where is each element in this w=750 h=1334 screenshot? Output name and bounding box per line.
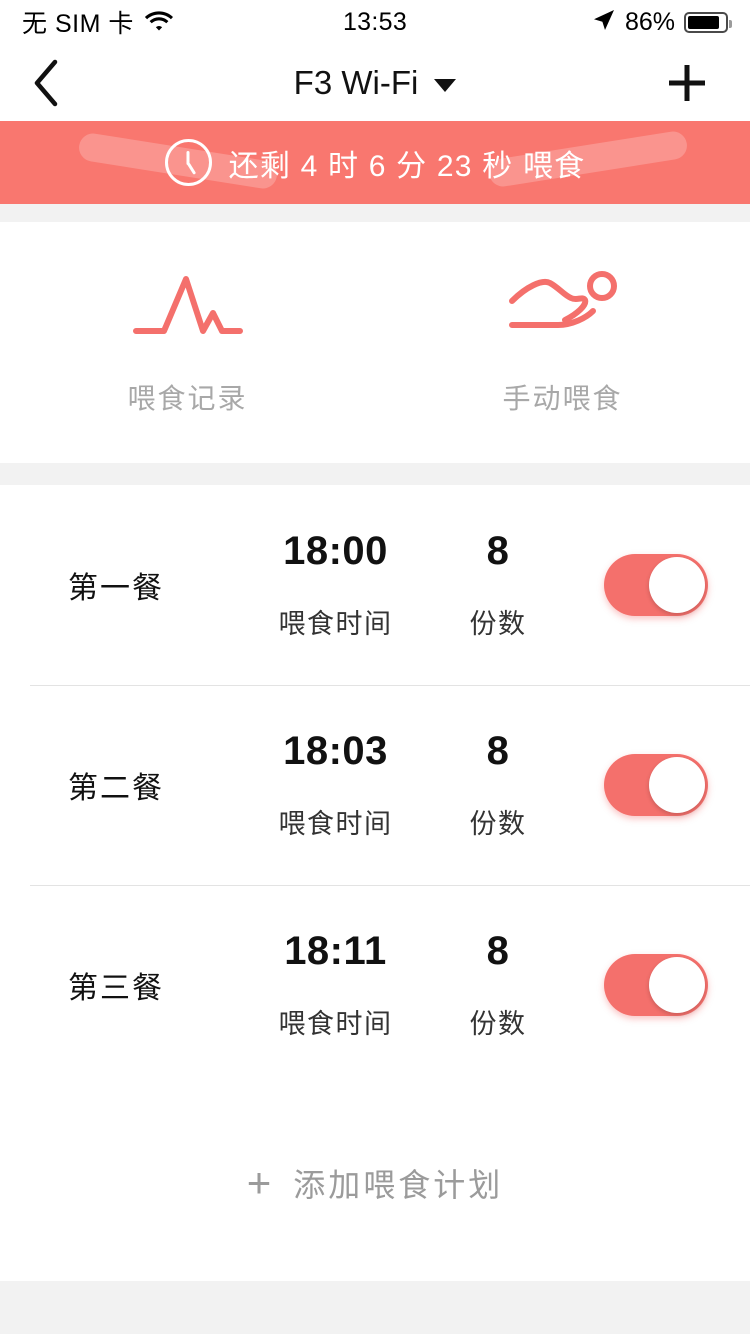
meal-portion-value: 8 xyxy=(486,529,510,573)
table-row[interactable]: 第二餐 18:03 喂食时间 8 份数 xyxy=(0,685,750,885)
shortcut-feeding-record[interactable]: 喂食记录 xyxy=(0,222,375,463)
page-title: F3 Wi-Fi xyxy=(293,63,419,101)
table-row[interactable]: 第一餐 18:00 喂食时间 8 份数 xyxy=(0,485,750,685)
plus-icon: + xyxy=(246,1159,272,1206)
navigation-bar: F3 Wi-Fi xyxy=(0,44,750,121)
meal-time-cell[interactable]: 18:11 喂食时间 xyxy=(243,929,428,1041)
meal-name: 第一餐 xyxy=(68,572,164,605)
bottom-background xyxy=(0,1281,750,1328)
meal-schedule-list: 第一餐 18:00 喂食时间 8 份数 第二餐 18:03 喂食时间 8 份数 xyxy=(0,485,750,1085)
meal-time-label: 喂食时间 xyxy=(278,809,393,839)
meal-time-value: 18:00 xyxy=(283,529,388,573)
countdown-banner: 还剩 4 时 6 分 23 秒 喂食 xyxy=(0,121,750,204)
add-feeding-plan-label: 添加喂食计划 xyxy=(293,1167,504,1203)
meal-name: 第二餐 xyxy=(68,772,164,805)
meal-portion-cell[interactable]: 8 份数 xyxy=(438,929,558,1041)
meal-time-value: 18:11 xyxy=(284,929,387,973)
meal-time-value: 18:03 xyxy=(283,729,388,773)
back-button[interactable] xyxy=(32,44,102,121)
meal-portion-value: 8 xyxy=(486,929,510,973)
status-bar-right: 86% xyxy=(592,7,732,37)
hand-feed-icon xyxy=(502,269,624,343)
shortcut-label: 手动喂食 xyxy=(502,382,623,414)
location-arrow-icon xyxy=(592,8,616,37)
banner-content: 还剩 4 时 6 分 23 秒 喂食 xyxy=(164,139,586,186)
meal-time-cell[interactable]: 18:03 喂食时间 xyxy=(243,729,428,841)
device-selector[interactable]: F3 Wi-Fi xyxy=(294,64,457,102)
add-button[interactable] xyxy=(664,44,710,121)
section-gap-top xyxy=(0,204,750,222)
section-gap-middle xyxy=(0,463,750,485)
battery-percent-label: 86% xyxy=(624,7,675,36)
clock-icon xyxy=(164,139,212,186)
meal-portion-label: 份数 xyxy=(469,809,527,839)
pulse-line-icon xyxy=(132,269,244,343)
add-feeding-plan-button[interactable]: + 添加喂食计划 xyxy=(0,1085,750,1281)
meal-portion-cell[interactable]: 8 份数 xyxy=(438,529,558,641)
meal-time-cell[interactable]: 18:00 喂食时间 xyxy=(243,529,428,641)
meal-enable-toggle[interactable] xyxy=(604,954,708,1016)
app-screen: 无 SIM 卡 13:53 86% F3 Wi-Fi 还剩 4 时 6 分 23… xyxy=(0,0,750,1334)
shortcut-label: 喂食记录 xyxy=(127,382,248,414)
battery-icon xyxy=(684,11,732,33)
status-bar: 无 SIM 卡 13:53 86% xyxy=(0,0,750,44)
meal-portion-label: 份数 xyxy=(469,1009,527,1039)
meal-time-label: 喂食时间 xyxy=(278,609,393,639)
shortcut-manual-feed[interactable]: 手动喂食 xyxy=(375,222,750,463)
meal-portion-cell[interactable]: 8 份数 xyxy=(438,729,558,841)
meal-enable-toggle[interactable] xyxy=(604,754,708,816)
meal-name: 第三餐 xyxy=(68,972,164,1005)
meal-enable-toggle[interactable] xyxy=(604,554,708,616)
meal-portion-value: 8 xyxy=(486,729,510,773)
table-row[interactable]: 第三餐 18:11 喂食时间 8 份数 xyxy=(0,885,750,1085)
meal-time-label: 喂食时间 xyxy=(278,1009,393,1039)
shortcut-section: 喂食记录 手动喂食 xyxy=(0,222,750,463)
meal-portion-label: 份数 xyxy=(469,609,527,639)
countdown-label: 还剩 4 时 6 分 23 秒 喂食 xyxy=(228,149,586,183)
caret-down-icon xyxy=(434,78,457,92)
